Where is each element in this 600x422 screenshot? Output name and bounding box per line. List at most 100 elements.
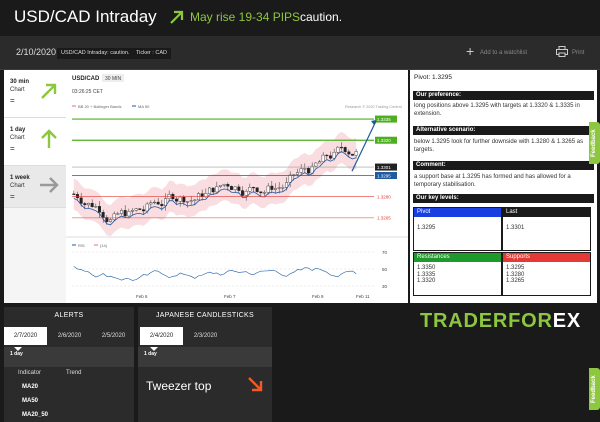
candlesticks-title: JAPANESE CANDLESTICKS bbox=[156, 312, 254, 319]
candle-body bbox=[299, 168, 303, 173]
candle-body bbox=[211, 187, 215, 193]
alert-row-ma20: MA20 bbox=[22, 384, 39, 390]
timeframe-1week[interactable]: 1 week Chart = bbox=[4, 166, 66, 208]
level-label: 1.3265 bbox=[377, 216, 391, 221]
candle-body bbox=[178, 196, 182, 202]
candle-body bbox=[340, 146, 343, 149]
comment-heading: Comment: bbox=[413, 161, 594, 170]
candles-tab-2[interactable]: 2/3/2020 bbox=[184, 327, 227, 345]
candle-body bbox=[149, 202, 153, 205]
candles-tab-1[interactable]: 2/4/2020 bbox=[140, 327, 183, 345]
candle-body bbox=[336, 146, 340, 153]
key-levels-heading: Our key levels: bbox=[413, 194, 594, 203]
page-header: USD/CAD Intraday May rise 19-34 PIPS cau… bbox=[0, 0, 600, 36]
candle-body bbox=[76, 194, 79, 199]
candle-body bbox=[219, 185, 222, 187]
arrow-up-right-icon bbox=[41, 83, 57, 99]
candle-body bbox=[83, 203, 87, 206]
date-label: Feb 7 bbox=[224, 294, 236, 299]
alerts-period: 1 day bbox=[10, 351, 23, 357]
candle-body bbox=[175, 198, 178, 202]
chart-symbol: USD/CAD bbox=[72, 76, 100, 82]
toolbar: 2/10/2020 USD/CAD Intraday: caution. Tic… bbox=[0, 36, 600, 70]
printer-icon bbox=[556, 46, 568, 57]
last-label: Last bbox=[503, 208, 590, 217]
candle-body bbox=[186, 201, 189, 203]
caution-text: caution. bbox=[300, 10, 343, 24]
alerts-tab-2[interactable]: 2/6/2020 bbox=[48, 327, 91, 345]
brand-logo: TRADERFOREX bbox=[420, 310, 582, 332]
timeframe-panel: 30 min Chart = 1 day Chart = 1 week Char… bbox=[4, 70, 66, 303]
price-chart[interactable]: USD/CAD 30 MIN 03:26:25 CET BB 20 + Boll… bbox=[66, 70, 408, 303]
alerts-panel: ALERTS 2/7/2020 2/6/2020 2/5/2020 1 day … bbox=[4, 307, 134, 422]
date-axis: Feb 6 Feb 7 Feb 9 Feb 11 bbox=[136, 294, 370, 299]
rsi-layer: 70 50 30 bbox=[72, 250, 388, 289]
analysis-panel: Pivot: 1.3295 Our preference: long posit… bbox=[410, 70, 597, 303]
candle-body bbox=[90, 202, 94, 208]
candle-body bbox=[138, 208, 142, 210]
candle-body bbox=[98, 206, 101, 213]
timeframe-30min[interactable]: 30 min Chart = bbox=[4, 70, 66, 118]
feedback-tab-bottom[interactable]: Feedback bbox=[589, 368, 600, 410]
timeframe-1day[interactable]: 1 day Chart = bbox=[4, 118, 66, 166]
level-label: 1.3295 bbox=[377, 173, 391, 178]
candle-body bbox=[87, 202, 90, 206]
feedback-tab-top[interactable]: Feedback bbox=[589, 122, 600, 164]
alternative-text: below 1.3295 look for further downside w… bbox=[414, 139, 584, 153]
candle-body bbox=[285, 182, 288, 188]
candle-body bbox=[79, 197, 83, 204]
trend-header: Trend bbox=[66, 370, 82, 376]
alerts-tab-1[interactable]: 2/7/2020 bbox=[4, 327, 47, 345]
rsi-legend-1: RSI bbox=[78, 243, 85, 248]
candle-body bbox=[248, 186, 252, 192]
last-cell: Last 1.3301 bbox=[502, 207, 591, 251]
candle-body bbox=[156, 201, 160, 205]
alerts-subheader: 1 day bbox=[4, 347, 134, 367]
alerts-tab-3[interactable]: 2/5/2020 bbox=[92, 327, 135, 345]
candle-body bbox=[266, 185, 270, 193]
candle-body bbox=[241, 190, 244, 196]
candle-body bbox=[226, 183, 230, 187]
resistance-1: 1.3350 bbox=[417, 265, 436, 271]
headline-text: May rise 19-34 PIPS bbox=[190, 10, 301, 24]
pivot-cell: Pivot 1.3295 bbox=[413, 207, 502, 251]
page-title: USD/CAD Intraday bbox=[14, 7, 157, 26]
candles-subheader: 1 day bbox=[138, 347, 272, 367]
candle-body bbox=[123, 210, 127, 217]
date-label: Feb 11 bbox=[356, 294, 370, 299]
candle-body bbox=[329, 155, 332, 159]
preference-text: long positions above 1.3295 with targets… bbox=[414, 103, 580, 117]
candle-body bbox=[134, 208, 138, 211]
chart-canvas: USD/CAD 30 MIN 03:26:25 CET BB 20 + Boll… bbox=[66, 74, 408, 299]
timeframe-spacer bbox=[4, 208, 66, 303]
candle-body bbox=[127, 211, 131, 217]
title-tag[interactable]: USD/CAD Intraday: caution. bbox=[57, 48, 134, 59]
rsi-tick: 70 bbox=[382, 250, 388, 255]
supports-cell: Supports 1.3295 1.3280 1.3265 bbox=[502, 252, 591, 296]
supports-label: Supports bbox=[503, 253, 590, 262]
candles-layer bbox=[72, 131, 358, 237]
rsi-line bbox=[73, 266, 357, 281]
candle-body bbox=[94, 206, 98, 208]
candle-body bbox=[321, 154, 325, 162]
support-3: 1.3265 bbox=[506, 278, 525, 284]
rsi-tick: 30 bbox=[382, 284, 388, 289]
plus-icon: + bbox=[466, 43, 475, 59]
alert-row-ma20-50: MA20_50 bbox=[22, 412, 49, 418]
ticker-tag[interactable]: Ticker : CAD bbox=[132, 48, 171, 59]
candle-body bbox=[237, 186, 241, 191]
candle-body bbox=[142, 209, 145, 212]
candle-body bbox=[277, 187, 281, 189]
rsi-legend-2: (14) bbox=[100, 243, 108, 248]
candle-body bbox=[200, 193, 204, 197]
report-date: 2/10/2020 bbox=[16, 47, 57, 57]
candle-body bbox=[131, 210, 134, 212]
candle-body bbox=[116, 213, 120, 215]
candle-body bbox=[270, 185, 274, 190]
level-label: 1.3301 bbox=[377, 165, 391, 170]
candle-body bbox=[145, 203, 149, 212]
chart-credit: Research © 2020 Trading Central bbox=[345, 105, 402, 109]
pivot-text: Pivot: 1.3295 bbox=[414, 74, 452, 81]
candle-body bbox=[182, 196, 186, 203]
comment-text: a support base at 1.3295 has formed and … bbox=[414, 174, 571, 188]
